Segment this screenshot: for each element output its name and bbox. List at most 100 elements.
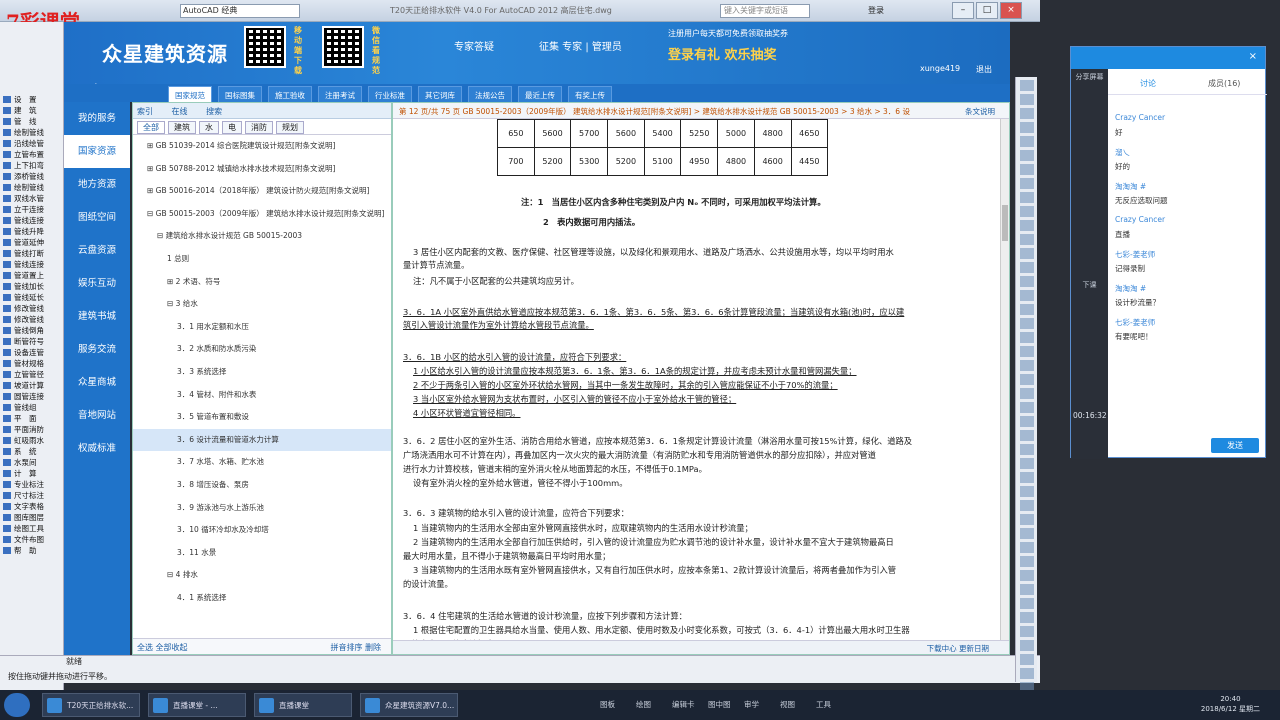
search-input[interactable]: 键入关键字或短语 bbox=[720, 4, 810, 18]
toolbar-icon[interactable] bbox=[1020, 80, 1034, 91]
tab-6[interactable]: 其它词库 bbox=[418, 86, 462, 102]
tool-item[interactable]: 专业标注 bbox=[0, 479, 63, 490]
filter-button[interactable]: 全部 bbox=[137, 121, 165, 134]
toolbar-icon[interactable] bbox=[1020, 234, 1034, 245]
taskbar-app[interactable]: 直播课堂 - ... bbox=[148, 693, 246, 717]
tree-item[interactable]: ⊟ 3 给水 bbox=[133, 293, 391, 316]
tool-item[interactable]: 管道延伸 bbox=[0, 237, 63, 248]
toolbar-icon[interactable] bbox=[1020, 584, 1034, 595]
toolbar-icon[interactable] bbox=[1020, 346, 1034, 357]
tool-item[interactable]: 图库图层 bbox=[0, 512, 63, 523]
tool-item[interactable]: 设备连管 bbox=[0, 347, 63, 358]
filter-button[interactable]: 水 bbox=[199, 121, 219, 134]
send-button[interactable]: 发送 bbox=[1211, 438, 1259, 453]
toolbar-icon[interactable] bbox=[1020, 612, 1034, 623]
recruit-link[interactable]: 征集 专家 | 管理员 bbox=[539, 38, 622, 53]
tool-item[interactable]: 圆管连接 bbox=[0, 391, 63, 402]
maximize-icon[interactable]: □ bbox=[976, 2, 998, 19]
tool-item[interactable]: 沿线绘管 bbox=[0, 138, 63, 149]
taskbar-tool[interactable]: 审学 bbox=[744, 699, 759, 710]
tree-item[interactable]: 3．7 水塔、水箱、贮水池 bbox=[133, 451, 391, 474]
tool-item[interactable]: 添桥管线 bbox=[0, 171, 63, 182]
promo-headline[interactable]: 登录有礼 欢乐抽奖 bbox=[668, 44, 777, 63]
toolbar-icon[interactable] bbox=[1020, 556, 1034, 567]
tool-item[interactable]: 管线倒角 bbox=[0, 325, 63, 336]
toolbar-icon[interactable] bbox=[1020, 542, 1034, 553]
toolbar-icon[interactable] bbox=[1020, 626, 1034, 637]
tool-item[interactable]: 管线加长 bbox=[0, 281, 63, 292]
tree-item[interactable]: 1 总则 bbox=[133, 248, 391, 271]
tool-item[interactable]: 文字表格 bbox=[0, 501, 63, 512]
tool-item[interactable]: 管 线 bbox=[0, 116, 63, 127]
filter-button[interactable]: 电 bbox=[222, 121, 242, 134]
toolbar-icon[interactable] bbox=[1020, 94, 1034, 105]
left-nav-item[interactable]: 音地网站 bbox=[64, 399, 130, 432]
close-icon[interactable]: × bbox=[1000, 2, 1022, 19]
left-nav-item[interactable]: 图纸空间 bbox=[64, 201, 130, 234]
chat-side-icon[interactable]: 分享屏幕 bbox=[1071, 69, 1108, 95]
minimize-icon[interactable]: – bbox=[952, 2, 974, 19]
taskbar-tool[interactable]: 图板 bbox=[600, 699, 615, 710]
toolbar-icon[interactable] bbox=[1020, 500, 1034, 511]
tool-item[interactable]: 系 统 bbox=[0, 446, 63, 457]
select-all-link[interactable]: 全选 全部收起 bbox=[137, 643, 188, 652]
tab-9[interactable]: 有奖上传 bbox=[568, 86, 612, 102]
left-nav-item[interactable]: 权威标准 bbox=[64, 432, 130, 465]
tree-item[interactable]: ⊞ GB 51039-2014 综合医院建筑设计规范[附条文说明] bbox=[133, 135, 391, 158]
chat-side-icon[interactable] bbox=[1071, 147, 1108, 173]
tree-item[interactable]: ⊞ GB 50016-2014（2018年版） 建筑设计防火规范[附条文说明] bbox=[133, 180, 391, 203]
tree-item[interactable]: 3．6 设计流量和管道水力计算 bbox=[133, 428, 391, 452]
tool-item[interactable]: 管线打断 bbox=[0, 248, 63, 259]
chat-side-icon[interactable] bbox=[1071, 95, 1108, 121]
tab-index[interactable]: 索引 bbox=[137, 107, 153, 116]
toolbar-icon[interactable] bbox=[1020, 360, 1034, 371]
tab-4[interactable]: 注册考试 bbox=[318, 86, 362, 102]
tool-item[interactable]: 尺寸标注 bbox=[0, 490, 63, 501]
start-button[interactable] bbox=[4, 693, 30, 717]
toolbar-icon[interactable] bbox=[1020, 108, 1034, 119]
toolbar-icon[interactable] bbox=[1020, 290, 1034, 301]
taskbar-tool[interactable]: 视图 bbox=[780, 699, 795, 710]
toolbar-icon[interactable] bbox=[1020, 402, 1034, 413]
toolbar-icon[interactable] bbox=[1020, 318, 1034, 329]
left-nav-item[interactable]: 国家资源 bbox=[64, 135, 130, 168]
left-nav-item[interactable]: 众星商城 bbox=[64, 366, 130, 399]
tool-item[interactable]: 计 算 bbox=[0, 468, 63, 479]
workspace-select[interactable]: AutoCAD 经典 bbox=[180, 4, 300, 18]
tree-item[interactable]: 3．11 水景 bbox=[133, 542, 391, 565]
commentary-link[interactable]: 条文说明 bbox=[965, 106, 995, 117]
tree-item[interactable]: 3．1 用水定额和水压 bbox=[133, 316, 391, 339]
left-nav-item[interactable]: 地方资源 bbox=[64, 168, 130, 201]
toolbar-icon[interactable] bbox=[1020, 122, 1034, 133]
toolbar-icon[interactable] bbox=[1020, 150, 1034, 161]
toolbar-icon[interactable] bbox=[1020, 220, 1034, 231]
toolbar-icon[interactable] bbox=[1020, 472, 1034, 483]
login-link[interactable]: 登录 bbox=[868, 5, 884, 16]
taskbar-tool[interactable]: 绘图 bbox=[636, 699, 651, 710]
tool-item[interactable]: 管线连接 bbox=[0, 215, 63, 226]
tree-item[interactable]: 3．9 游泳池与水上游乐池 bbox=[133, 497, 391, 520]
toolbar-icon[interactable] bbox=[1020, 206, 1034, 217]
tool-item[interactable]: 管道置上 bbox=[0, 270, 63, 281]
tool-item[interactable]: 绘制管线 bbox=[0, 182, 63, 193]
tab-1[interactable]: 国家规范 bbox=[168, 86, 212, 102]
toolbar-icon[interactable] bbox=[1020, 486, 1034, 497]
tree-item[interactable]: 3．5 管道布置和敷设 bbox=[133, 406, 391, 429]
tool-item[interactable]: 建 筑 bbox=[0, 105, 63, 116]
tab-7[interactable]: 法规公告 bbox=[468, 86, 512, 102]
chat-side-icon[interactable] bbox=[1071, 173, 1108, 199]
tab-members[interactable]: 成员(16) bbox=[1208, 78, 1240, 89]
tree-item[interactable]: ⊟ GB 50015-2003（2009年版） 建筑给水排水设计规范[附条文说明… bbox=[133, 203, 391, 226]
toolbar-icon[interactable] bbox=[1020, 458, 1034, 469]
taskbar-app[interactable]: 众星建筑资源V7.0... bbox=[360, 693, 458, 717]
tool-item[interactable]: 平面消防 bbox=[0, 424, 63, 435]
tree-item[interactable]: ⊟ 4 排水 bbox=[133, 564, 391, 587]
toolbar-icon[interactable] bbox=[1020, 178, 1034, 189]
chat-side-icon[interactable] bbox=[1071, 251, 1108, 277]
tab-search[interactable]: 搜索 bbox=[206, 107, 222, 116]
filter-button[interactable]: 规划 bbox=[276, 121, 304, 134]
tool-item[interactable]: 修改管线 bbox=[0, 314, 63, 325]
toolbar-icon[interactable] bbox=[1020, 514, 1034, 525]
tab-discussion[interactable]: 讨论 bbox=[1140, 78, 1156, 89]
tool-item[interactable]: 立管管径 bbox=[0, 369, 63, 380]
